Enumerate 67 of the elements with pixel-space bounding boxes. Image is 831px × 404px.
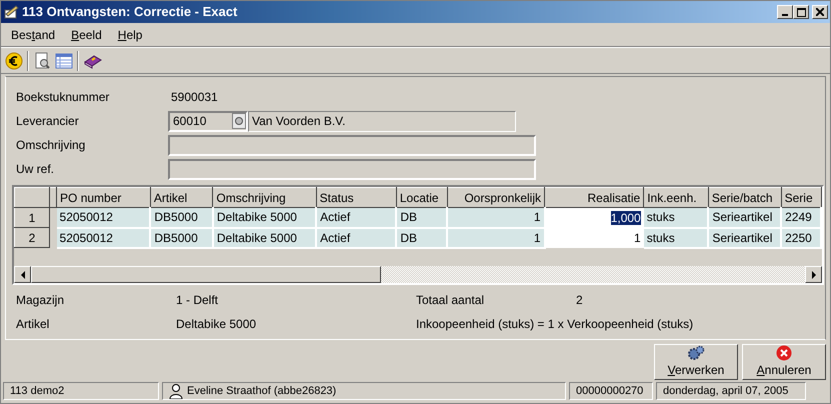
- field-value: 5900031: [170, 89, 218, 106]
- column-header[interactable]: Serie: [781, 188, 821, 208]
- menu-item[interactable]: Bestand: [5, 24, 62, 46]
- cancel-icon: [776, 345, 792, 361]
- field-label: Boekstuknummer: [15, 89, 110, 106]
- person-icon: [169, 383, 183, 399]
- table-cell: stuks: [644, 208, 708, 228]
- conversion-text: Inkoopeenheid (stuks) = 1 x Verkoopeenheid (stuks): [416, 316, 694, 333]
- column-header[interactable]: Ink.eenh.: [644, 188, 708, 208]
- table-cell: 2249: [781, 208, 821, 228]
- window-title: 113 Ontvangsten: Correctie - Exact: [22, 3, 238, 22]
- maximize-icon: [796, 8, 806, 16]
- supplier-name-field: Van Voorden B.V.: [248, 110, 516, 132]
- maximize-button[interactable]: [793, 5, 809, 19]
- app-icon: [3, 4, 19, 20]
- close-icon: [816, 8, 824, 16]
- status-user: Eveline Straathof (abbe26823): [187, 384, 336, 399]
- close-button[interactable]: [812, 5, 828, 19]
- field-value: 2: [576, 292, 584, 309]
- column-header[interactable]: PO number: [56, 188, 150, 208]
- row-header[interactable]: 1: [14, 208, 50, 228]
- lookup-icon: [232, 113, 246, 129]
- row-header[interactable]: 2: [14, 228, 50, 248]
- table-cell[interactable]: 1: [544, 228, 644, 248]
- table-cell: 52050012: [56, 228, 150, 248]
- column-header[interactable]: Status: [316, 188, 396, 208]
- euro-coin-icon: [5, 52, 23, 70]
- field-label: Magazijn: [16, 292, 66, 309]
- status-number: 00000000270: [569, 382, 653, 400]
- supplier-code-field[interactable]: 60010: [168, 110, 248, 132]
- horizontal-scrollbar[interactable]: [14, 266, 822, 283]
- field-value: Deltabike 5000: [176, 316, 258, 333]
- scroll-left-icon: [20, 270, 26, 278]
- column-header[interactable]: Omschrijving: [212, 188, 316, 208]
- column-header[interactable]: Serie/batch: [708, 188, 782, 208]
- column-header[interactable]: Locatie: [396, 188, 448, 208]
- description-field[interactable]: [168, 134, 536, 156]
- column-header[interactable]: Oorspronkelijk: [447, 188, 545, 208]
- gears-icon: [687, 345, 705, 361]
- menu-item[interactable]: Beeld: [65, 24, 108, 46]
- table-cell: Actief: [316, 208, 396, 228]
- status-company: 113 demo2: [3, 382, 159, 400]
- cell-editor[interactable]: 1,000: [610, 210, 641, 225]
- document-search-icon: [33, 52, 51, 70]
- field-label: Leverancier: [15, 113, 80, 130]
- list-icon: [55, 52, 73, 70]
- column-header[interactable]: Artikel: [150, 188, 213, 208]
- minimize-button[interactable]: [777, 5, 793, 19]
- column-header[interactable]: Realisatie: [544, 188, 644, 208]
- cancel-button[interactable]: Annuleren: [742, 344, 826, 380]
- status-date: donderdag, april 07, 2005: [656, 382, 806, 400]
- field-label: Omschrijving: [15, 137, 86, 154]
- field-label: Uw ref.: [15, 161, 56, 178]
- table-cell: DB5000: [150, 208, 213, 228]
- process-button[interactable]: Verwerken: [654, 344, 738, 380]
- reference-field[interactable]: [168, 158, 536, 180]
- field-label: Totaal aantal: [416, 292, 486, 309]
- table-cell: DB: [396, 208, 448, 228]
- menu-item[interactable]: Help: [112, 24, 148, 46]
- table-cell: 52050012: [56, 208, 150, 228]
- table-cell: 1: [447, 208, 545, 228]
- scroll-right-icon: [810, 270, 816, 278]
- field-value: 1 - Delft: [176, 292, 220, 309]
- table-cell: Deltabike 5000: [212, 208, 316, 228]
- field-label: Artikel: [16, 316, 50, 333]
- table-cell: Serieartikel: [708, 208, 782, 228]
- scroll-thumb[interactable]: [31, 266, 381, 283]
